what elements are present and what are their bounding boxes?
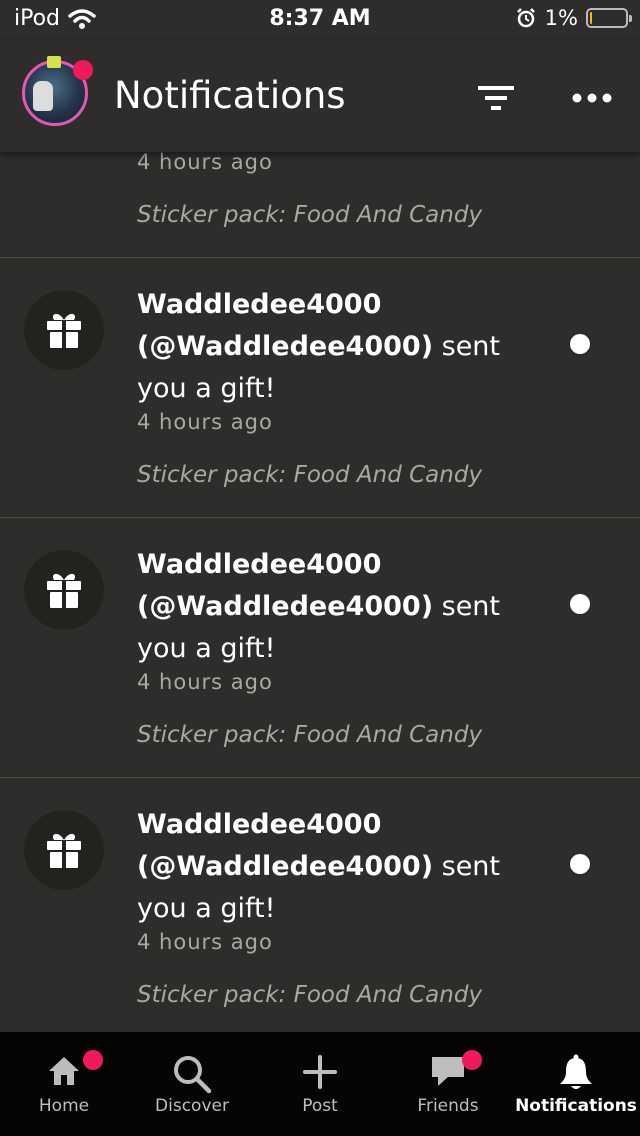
notification-message: Waddledee4000 (@Waddledee4000) sent you … — [137, 544, 517, 670]
alarm-icon — [516, 8, 535, 28]
gift-icon — [47, 313, 81, 348]
bottom-tab-bar: Home Discover Post Friends Notifications — [0, 1032, 640, 1136]
tab-discover[interactable]: Discover — [128, 1032, 256, 1136]
bell-icon — [560, 1054, 592, 1089]
tab-label: Discover — [155, 1096, 229, 1116]
notification-time: 4 hours ago — [137, 410, 273, 434]
friends-badge — [462, 1050, 482, 1070]
notification-time: 4 hours ago — [137, 670, 273, 694]
notification-user[interactable]: Waddledee4000 (@Waddledee4000) — [137, 289, 433, 362]
gift-icon-circle — [24, 550, 104, 630]
unread-dot — [570, 334, 590, 354]
plus-icon — [303, 1055, 337, 1089]
tab-notifications[interactable]: Notifications — [512, 1032, 640, 1136]
status-right: 1% — [515, 6, 632, 30]
tab-label: Home — [38, 1096, 90, 1116]
notification-message: Waddledee4000 (@Waddledee4000) sent you … — [137, 804, 517, 930]
gift-icon-circle — [24, 290, 104, 370]
notification-detail: Sticker pack: Food And Candy — [137, 202, 483, 228]
tab-home[interactable]: Home — [0, 1032, 128, 1136]
notification-detail: Sticker pack: Food And Candy — [137, 982, 483, 1008]
gift-icon — [47, 573, 81, 608]
app-header: Notifications — [0, 40, 640, 152]
notification-user[interactable]: Waddledee4000 (@Waddledee4000) — [137, 809, 433, 882]
home-badge — [83, 1050, 103, 1070]
unread-dot — [570, 854, 590, 874]
tab-post[interactable]: Post — [256, 1032, 384, 1136]
filter-icon — [478, 86, 514, 110]
more-dots-icon — [572, 93, 612, 103]
lock-icon — [47, 56, 61, 68]
notification-detail: Sticker pack: Food And Candy — [137, 722, 483, 748]
page-title: Notifications — [114, 74, 346, 117]
notification-item[interactable]: Waddledee4000 (@Waddledee4000) sent you … — [0, 258, 640, 518]
tab-label: Friends — [417, 1096, 479, 1116]
more-options-button[interactable] — [566, 78, 618, 118]
unread-dot — [570, 594, 590, 614]
notification-list[interactable]: 4 hours ago Sticker pack: Food And Candy… — [0, 152, 640, 1032]
battery-icon — [586, 8, 632, 28]
gift-icon-circle — [24, 810, 104, 890]
home-icon — [49, 1057, 79, 1085]
search-icon — [174, 1056, 212, 1094]
notification-user[interactable]: Waddledee4000 (@Waddledee4000) — [137, 549, 433, 622]
notification-detail: Sticker pack: Food And Candy — [137, 462, 483, 488]
notification-time: 4 hours ago — [137, 930, 273, 954]
notification-message: Waddledee4000 (@Waddledee4000) sent you … — [137, 284, 517, 410]
notification-item[interactable]: Waddledee4000 (@Waddledee4000) sent you … — [0, 778, 640, 1032]
avatar-badge — [73, 60, 93, 80]
battery-percent: 1% — [544, 6, 578, 30]
notification-item[interactable]: 4 hours ago Sticker pack: Food And Candy — [0, 152, 640, 258]
tab-friends[interactable]: Friends — [384, 1032, 512, 1136]
notification-time: 4 hours ago — [137, 152, 273, 174]
tab-label: Notifications — [515, 1096, 637, 1116]
tab-label: Post — [302, 1096, 338, 1116]
gift-icon — [47, 833, 81, 868]
status-bar: iPod 8:37 AM 1% — [0, 0, 640, 40]
chat-icon — [432, 1057, 464, 1086]
filter-button[interactable] — [470, 78, 522, 118]
notification-item[interactable]: Waddledee4000 (@Waddledee4000) sent you … — [0, 518, 640, 778]
